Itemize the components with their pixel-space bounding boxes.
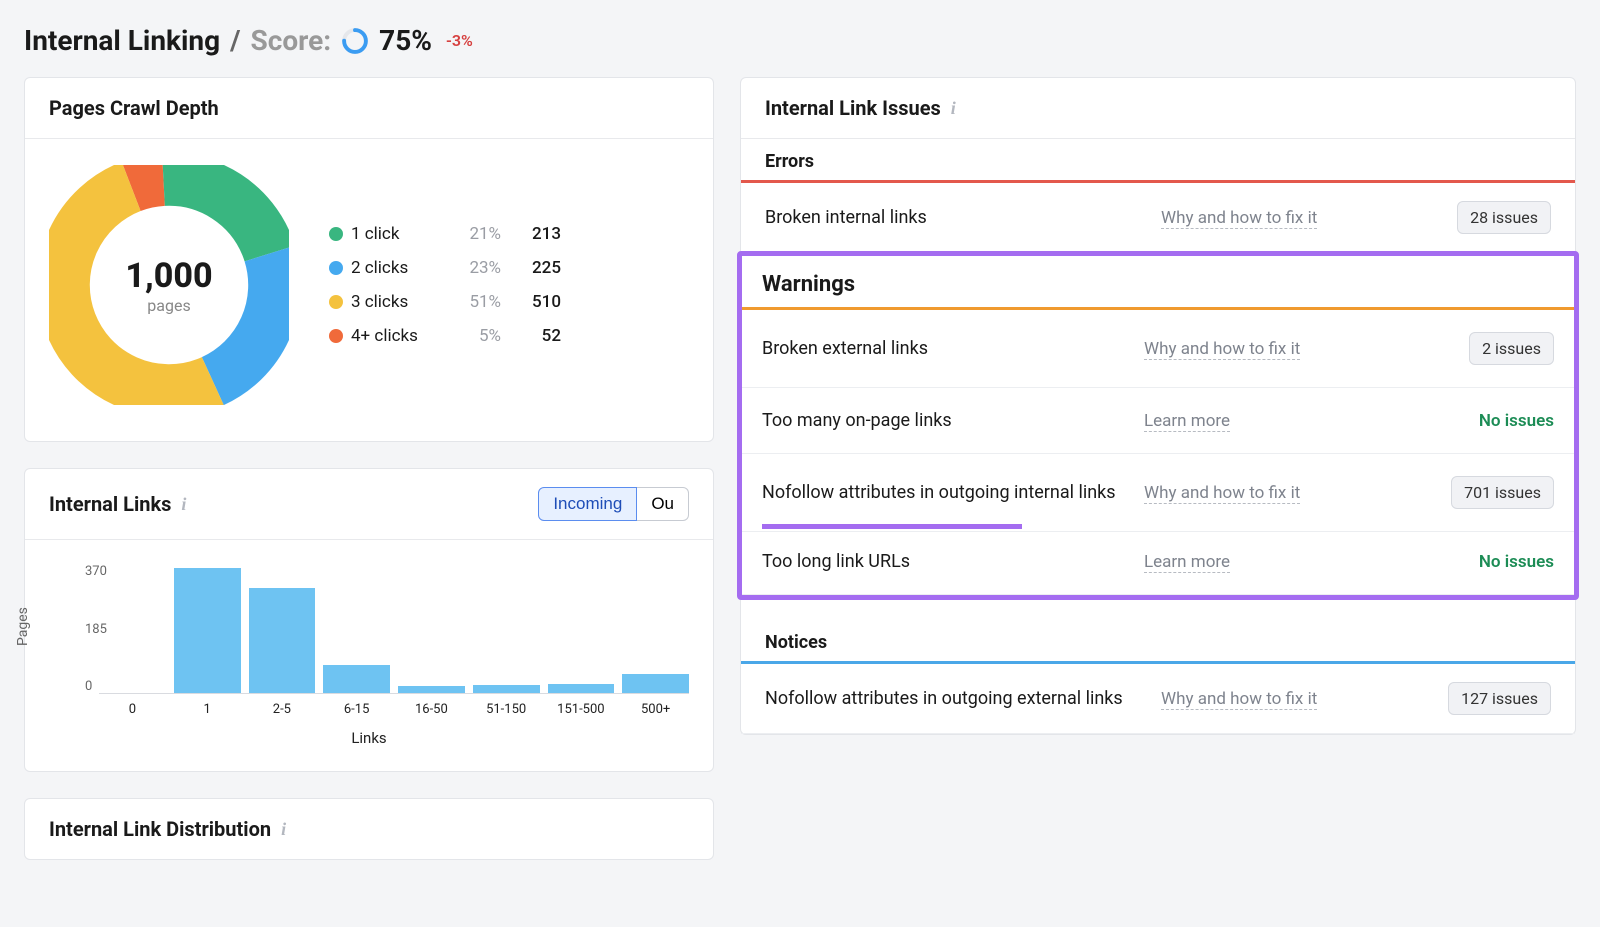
links-direction-toggle: Incoming Ou <box>538 487 689 521</box>
internal-links-barchart: Pages 3701850 012-56-1516-5051-150151-50… <box>25 540 713 771</box>
bar[interactable] <box>622 674 689 693</box>
legend-label: 4+ clicks <box>351 326 441 346</box>
issue-count-button[interactable]: 2 issues <box>1469 332 1554 365</box>
issue-row: Nofollow attributes in outgoing external… <box>741 664 1575 734</box>
crawl-depth-card: Pages Crawl Depth 1,000 pages 1 click21%… <box>24 77 714 442</box>
x-axis-label: Links <box>49 729 689 747</box>
legend-value: 225 <box>501 258 561 278</box>
legend-label: 1 click <box>351 224 441 244</box>
issue-count-button[interactable]: 701 issues <box>1451 476 1554 509</box>
legend-percent: 21% <box>441 224 501 244</box>
tab-incoming[interactable]: Incoming <box>538 487 637 521</box>
y-tick: 0 <box>85 679 107 694</box>
issue-row: Too long link URLs Learn more No issues <box>742 529 1574 595</box>
score-value: 75% <box>379 24 432 57</box>
issue-help-link[interactable]: Why and how to fix it <box>1161 689 1317 710</box>
legend-value: 510 <box>501 292 561 312</box>
issue-help-link[interactable]: Learn more <box>1144 552 1230 573</box>
issue-help-link[interactable]: Why and how to fix it <box>1161 208 1317 229</box>
donut-legend: 1 click21%213 2 clicks23%225 3 clicks51%51… <box>329 224 561 346</box>
bar[interactable] <box>323 665 390 693</box>
legend-row[interactable]: 1 click21%213 <box>329 224 561 244</box>
issue-name: Too long link URLs <box>762 551 1124 572</box>
issue-name: Too many on-page links <box>762 410 1124 431</box>
info-icon[interactable]: i <box>951 98 956 119</box>
page-title-bar: Internal Linking / Score: 75% -3% <box>24 24 1576 57</box>
score-ring-icon <box>341 27 369 55</box>
legend-label: 2 clicks <box>351 258 441 278</box>
link-distribution-card: Internal Link Distribution i <box>24 798 714 860</box>
warnings-heading: Warnings <box>742 256 1574 307</box>
info-icon[interactable]: i <box>181 494 186 515</box>
internal-links-title: Internal Links <box>49 492 171 516</box>
link-issues-card: Internal Link Issues i Errors Broken int… <box>740 77 1576 735</box>
legend-percent: 5% <box>441 326 501 346</box>
legend-dot-icon <box>329 261 343 275</box>
legend-percent: 51% <box>441 292 501 312</box>
no-issues-label: No issues <box>1479 411 1554 431</box>
tab-outgoing[interactable]: Ou <box>637 487 689 521</box>
issue-count-button[interactable]: 28 issues <box>1457 201 1551 234</box>
score-delta: -3% <box>446 31 473 50</box>
errors-heading: Errors <box>741 139 1575 180</box>
donut-center-value: 1,000 <box>125 256 212 296</box>
x-tick: 151-500 <box>548 702 615 717</box>
y-tick: 370 <box>85 564 107 579</box>
notices-heading: Notices <box>741 620 1575 661</box>
y-tick: 185 <box>85 622 107 637</box>
internal-links-card: Internal Links i Incoming Ou Pages 37018… <box>24 468 714 772</box>
score-label: Score: <box>251 24 332 57</box>
legend-value: 52 <box>501 326 561 346</box>
x-tick: 6-15 <box>323 702 390 717</box>
issue-row: Too many on-page links Learn more No issue… <box>742 388 1574 454</box>
title-separator: / <box>230 24 240 57</box>
info-icon[interactable]: i <box>281 819 286 840</box>
legend-dot-icon <box>329 329 343 343</box>
legend-row[interactable]: 4+ clicks5%52 <box>329 326 561 346</box>
issue-help-link[interactable]: Why and how to fix it <box>1144 483 1300 504</box>
bar[interactable] <box>548 684 615 693</box>
bar[interactable] <box>174 568 241 694</box>
legend-row[interactable]: 2 clicks23%225 <box>329 258 561 278</box>
x-tick: 0 <box>99 702 166 717</box>
issue-count-button[interactable]: 127 issues <box>1448 682 1551 715</box>
legend-label: 3 clicks <box>351 292 441 312</box>
issue-row: Nofollow attributes in outgoing internal… <box>742 454 1574 532</box>
page-title: Internal Linking <box>24 24 220 57</box>
no-issues-label: No issues <box>1479 552 1554 572</box>
issue-row: Broken internal links Why and how to fix … <box>741 183 1575 253</box>
crawl-depth-title: Pages Crawl Depth <box>49 96 219 120</box>
y-axis-label: Pages <box>15 607 31 646</box>
issue-name: Nofollow attributes in outgoing internal… <box>762 482 1124 503</box>
link-distribution-title: Internal Link Distribution <box>49 817 271 841</box>
donut-center-label: pages <box>147 296 190 315</box>
crawl-depth-donut[interactable]: 1,000 pages <box>49 165 289 405</box>
legend-dot-icon <box>329 227 343 241</box>
link-issues-title: Internal Link Issues <box>765 96 941 120</box>
bar[interactable] <box>398 686 465 693</box>
legend-value: 213 <box>501 224 561 244</box>
issue-help-link[interactable]: Learn more <box>1144 411 1230 432</box>
bar[interactable] <box>473 685 540 693</box>
issue-row: Broken external links Why and how to fix … <box>742 310 1574 388</box>
x-tick: 2-5 <box>249 702 316 717</box>
legend-row[interactable]: 3 clicks51%510 <box>329 292 561 312</box>
bar[interactable] <box>249 588 316 693</box>
issue-name: Broken internal links <box>765 207 1141 228</box>
warnings-highlight-box: Warnings Broken external links Why and ho… <box>737 251 1579 600</box>
x-tick: 16-50 <box>398 702 465 717</box>
issue-name: Nofollow attributes in outgoing external… <box>765 688 1141 709</box>
legend-dot-icon <box>329 295 343 309</box>
x-tick: 500+ <box>622 702 689 717</box>
issue-help-link[interactable]: Why and how to fix it <box>1144 339 1300 360</box>
x-tick: 51-150 <box>473 702 540 717</box>
legend-percent: 23% <box>441 258 501 278</box>
x-tick: 1 <box>174 702 241 717</box>
issue-name: Broken external links <box>762 338 1124 359</box>
